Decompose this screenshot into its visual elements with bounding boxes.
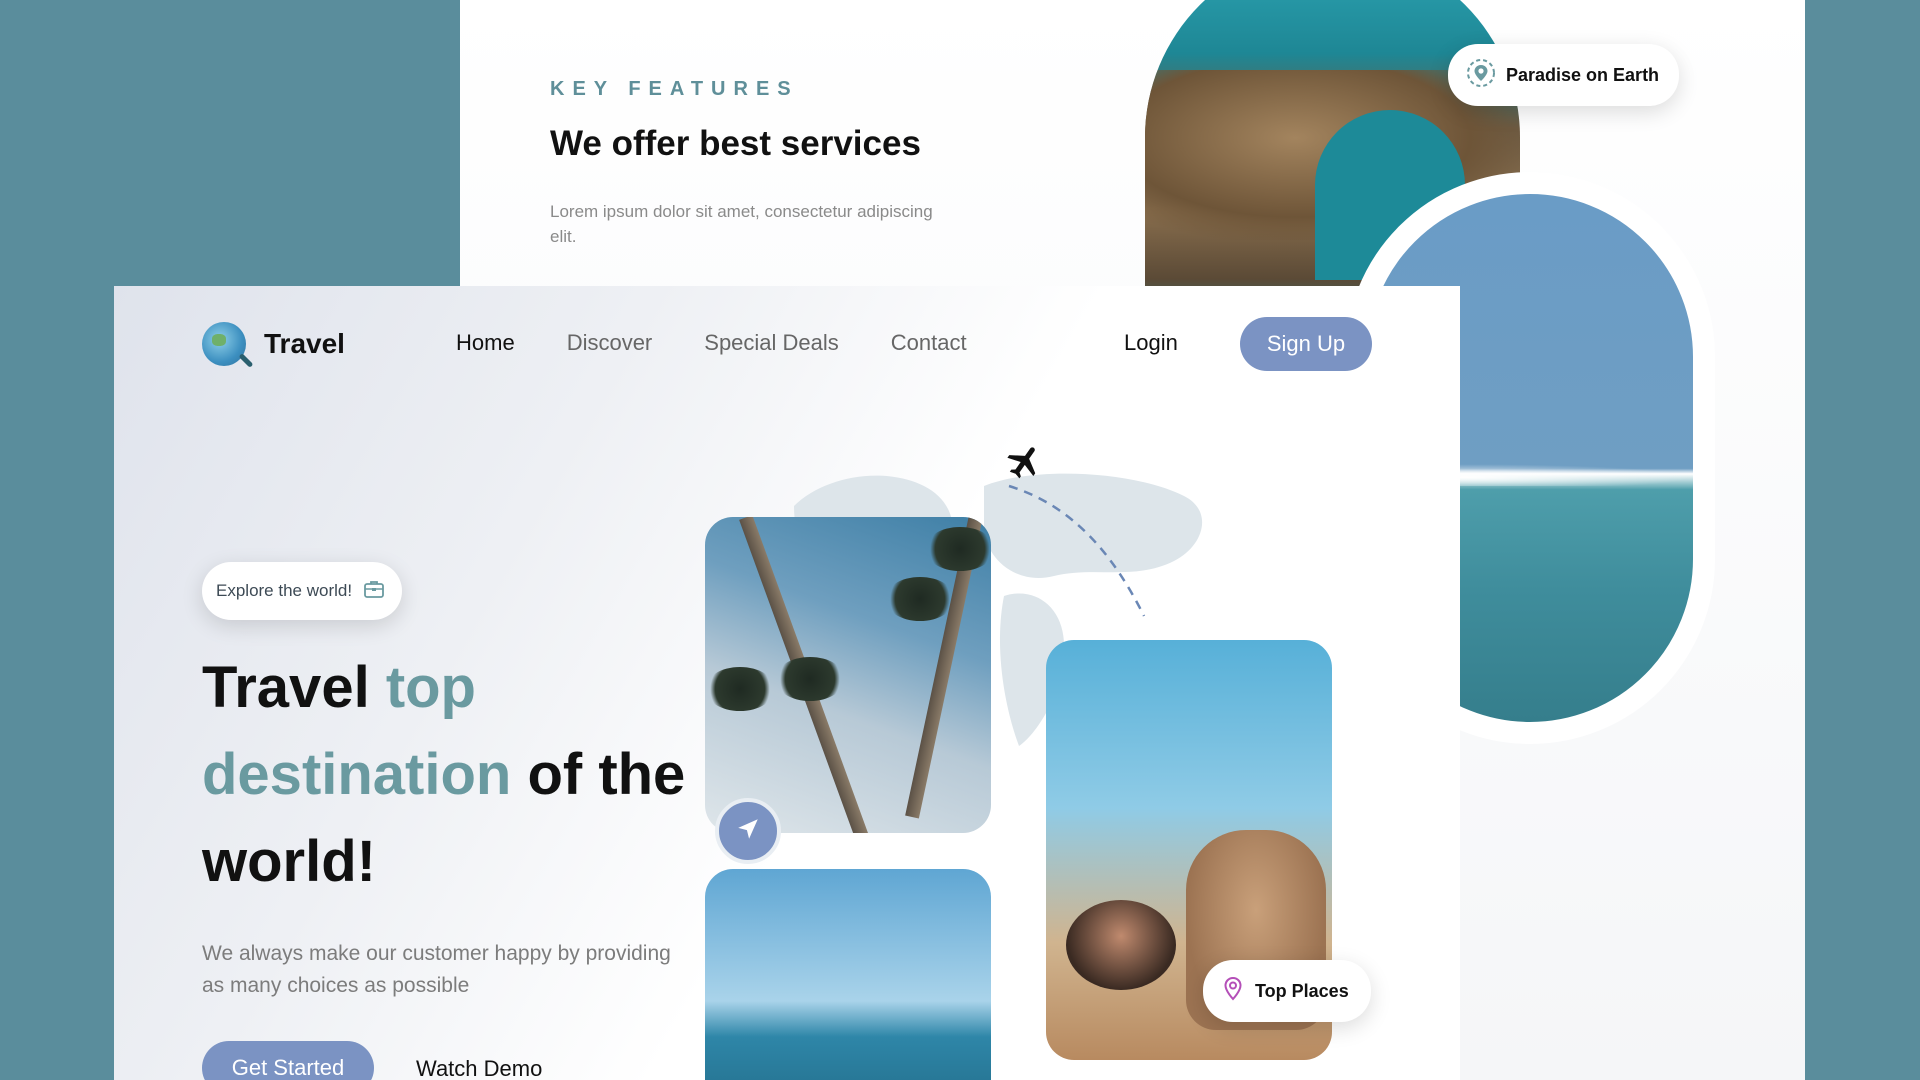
explore-pill[interactable]: Explore the world!: [202, 562, 403, 620]
nav-link-contact[interactable]: Contact: [891, 330, 967, 356]
brand-name: Travel: [264, 328, 345, 359]
sailing-boat-photo: [705, 869, 991, 1080]
top-places-pill[interactable]: Top Places: [1203, 960, 1371, 1022]
signup-button[interactable]: Sign Up: [1240, 317, 1372, 371]
map-pin-icon: [1221, 976, 1245, 1007]
paradise-location-pill[interactable]: Paradise on Earth: [1448, 44, 1680, 106]
hero-subtitle: We always make our customer happy by pro…: [202, 942, 671, 997]
briefcase-icon: [362, 577, 386, 606]
paradise-label: Paradise on Earth: [1506, 64, 1660, 85]
navigation-arrow-button[interactable]: [715, 798, 781, 864]
features-eyebrow: KEY FEATURES: [550, 78, 799, 100]
watch-demo-link[interactable]: Watch Demo: [416, 1056, 542, 1080]
nav-link-special-deals[interactable]: Special Deals: [704, 330, 839, 356]
brand-logo[interactable]: Travel: [202, 322, 345, 366]
nav-links: Home Discover Special Deals Contact: [456, 330, 967, 356]
navigation-arrow-icon: [735, 816, 761, 847]
location-pin-icon: [1466, 58, 1496, 93]
features-description: Lorem ipsum dolor sit amet, consectetur …: [550, 202, 933, 246]
get-started-button[interactable]: Get Started: [202, 1041, 374, 1080]
login-link[interactable]: Login: [1124, 330, 1178, 356]
globe-search-icon: [202, 322, 246, 366]
top-navigation: Travel Home Discover Special Deals Conta…: [114, 286, 1460, 396]
travel-landing-card: Travel Home Discover Special Deals Conta…: [114, 286, 1460, 1080]
top-places-label: Top Places: [1255, 980, 1349, 1001]
nav-link-home[interactable]: Home: [456, 330, 515, 356]
explore-label: Explore the world!: [216, 581, 353, 600]
hero-title: Travel top destination of the world!: [202, 644, 722, 905]
features-title: We offer best services: [550, 124, 921, 163]
palm-trees-photo: [705, 517, 991, 833]
hero-title-part1: Travel: [202, 655, 386, 720]
nav-link-discover[interactable]: Discover: [567, 330, 653, 356]
